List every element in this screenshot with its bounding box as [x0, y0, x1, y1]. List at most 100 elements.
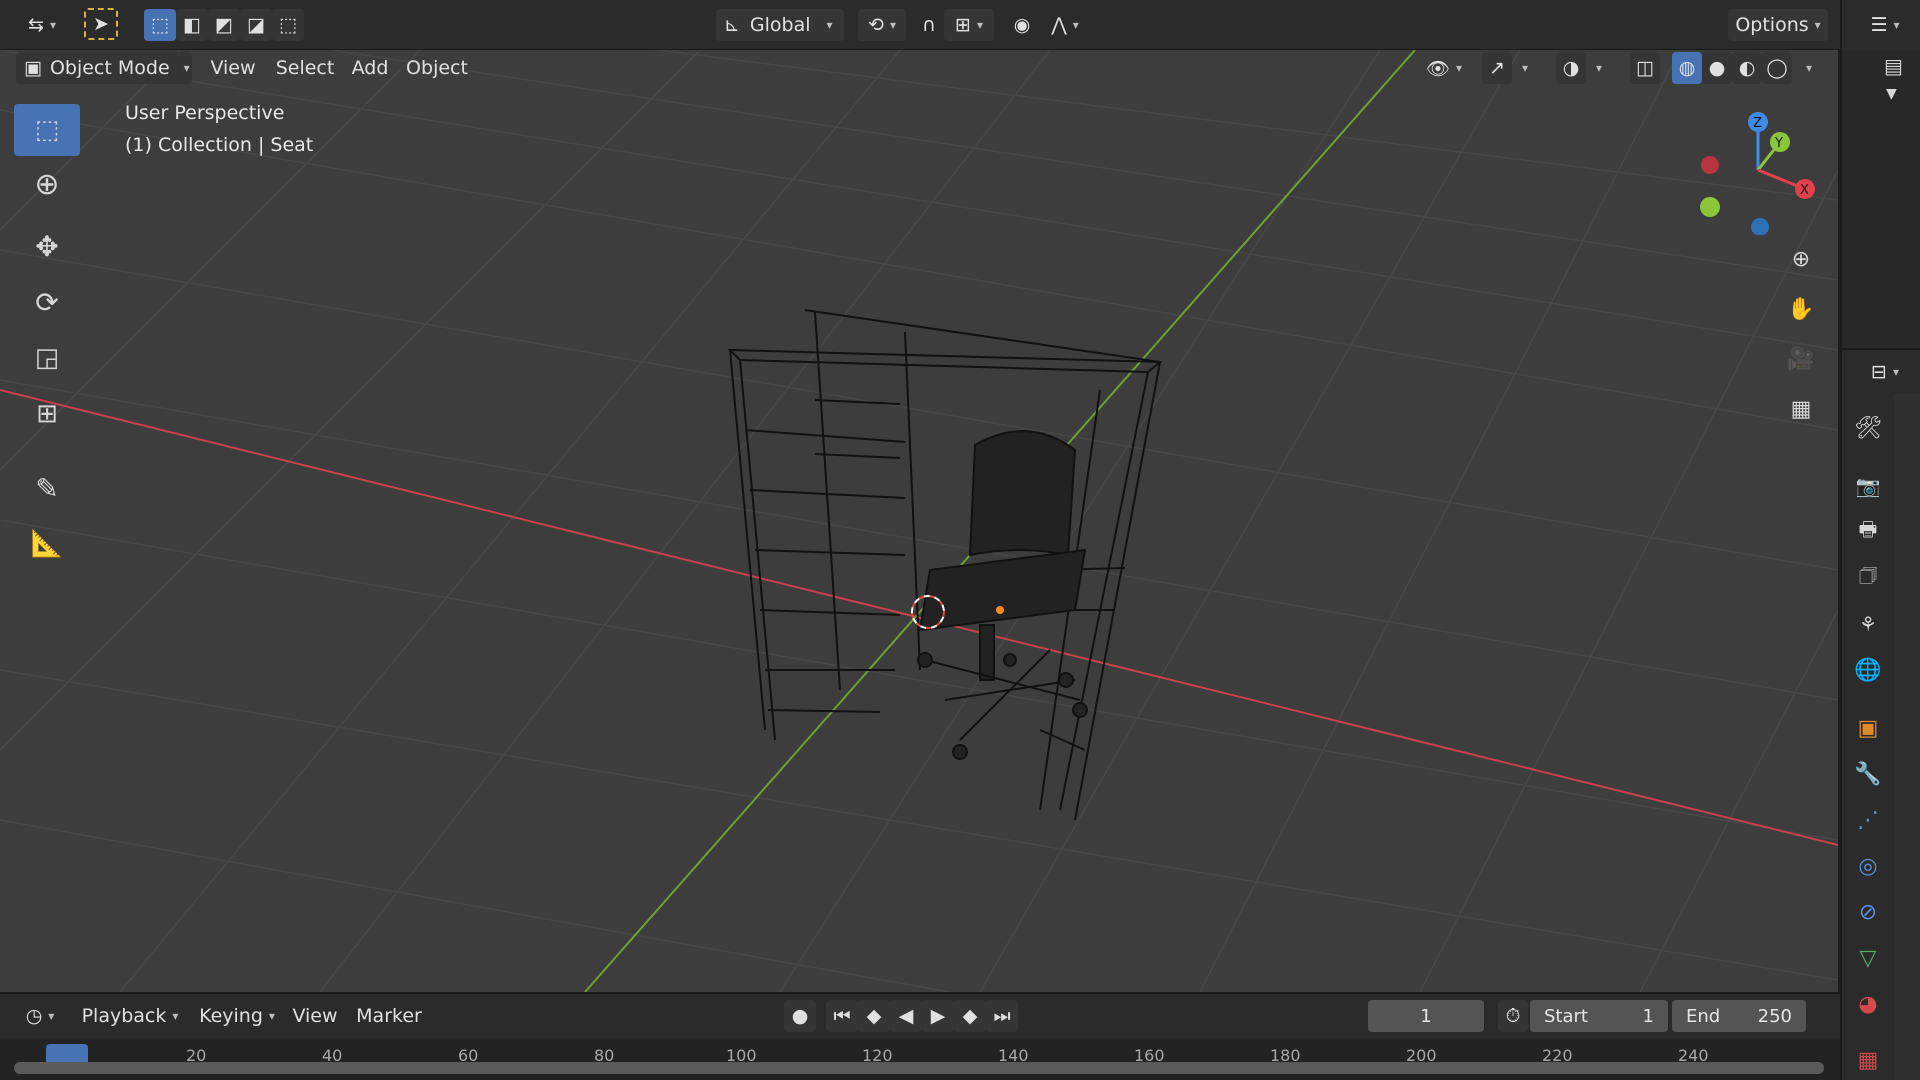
- magnet-icon: ∩: [922, 14, 936, 36]
- outliner-editor-type[interactable]: ☰ ▾: [1860, 9, 1910, 41]
- gizmo-toggle[interactable]: ↗: [1482, 52, 1512, 84]
- end-frame-field[interactable]: End 250: [1672, 1000, 1806, 1032]
- prev-keyframe-button[interactable]: ◆: [858, 1000, 890, 1032]
- options-dropdown[interactable]: Options ▾: [1728, 9, 1828, 41]
- desk-wireframe: [727, 309, 1163, 821]
- tab-view-layer[interactable]: 🗇: [1848, 558, 1888, 598]
- tab-object[interactable]: ▣: [1848, 708, 1888, 748]
- select-subtract-icon: ◩: [215, 14, 233, 36]
- 3d-viewport[interactable]: User Perspective (1) Collection | Seat Z…: [0, 50, 1838, 992]
- tool-cursor[interactable]: ⊕: [14, 158, 80, 210]
- pivot-point-dropdown[interactable]: ⟲ ▾: [858, 9, 906, 41]
- proportional-edit-toggle[interactable]: ◉: [1006, 9, 1038, 41]
- next-keyframe-button[interactable]: ◆: [954, 1000, 986, 1032]
- tab-scene[interactable]: ⚘: [1848, 604, 1888, 644]
- menu-timeline-view[interactable]: View: [290, 1000, 340, 1032]
- grid-perspective-icon: ▦: [1790, 396, 1812, 422]
- outliner-panel[interactable]: ▤ ▼: [1842, 50, 1920, 350]
- tool-select-box[interactable]: ⬚: [14, 104, 80, 156]
- record-icon: ●: [791, 1005, 809, 1027]
- play-reverse-icon: ◀: [898, 1005, 914, 1027]
- jump-start-icon: ⏮: [833, 1005, 851, 1027]
- timeline-editor[interactable]: ◷ ▾ Playback ▾ Keying ▾ View Marker ● ⏮ ◆ ◀…: [0, 992, 1840, 1080]
- shading-wireframe-button[interactable]: ◍: [1672, 52, 1702, 84]
- select-mode-extend-button[interactable]: ◧: [176, 9, 208, 41]
- tab-constraints[interactable]: ⊘: [1848, 892, 1888, 932]
- perspective-toggle-button[interactable]: ▦: [1780, 388, 1822, 430]
- select-mode-new-button[interactable]: ⬚: [144, 9, 176, 41]
- xray-toggle[interactable]: ◫: [1630, 52, 1660, 84]
- transform-icon: ⊞: [36, 399, 58, 429]
- menu-playback[interactable]: Playback ▾: [74, 1000, 186, 1032]
- tool-measure[interactable]: 📐: [14, 518, 80, 570]
- orientation-dropdown[interactable]: ⊾ Global ▾: [716, 9, 844, 41]
- tool-annotate[interactable]: ✎: [14, 462, 80, 514]
- tab-tool[interactable]: 🛠: [1848, 408, 1888, 448]
- editor-type-button[interactable]: ⇆ ▾: [18, 9, 66, 41]
- play-reverse-button[interactable]: ◀: [890, 1000, 922, 1032]
- select-tool-header-button[interactable]: ➤: [84, 8, 118, 40]
- timeline-scrollbar[interactable]: [14, 1062, 1824, 1074]
- select-mode-invert-button[interactable]: ◪: [240, 9, 272, 41]
- tool-rotate[interactable]: ⟳: [14, 276, 80, 328]
- select-intersect-icon: ⬚: [279, 14, 297, 36]
- jump-end-button[interactable]: ⏭: [986, 1000, 1018, 1032]
- jump-start-button[interactable]: ⏮: [826, 1000, 858, 1032]
- overlays-toggle[interactable]: ◑: [1556, 52, 1586, 84]
- rotate-icon: ⟳: [35, 285, 59, 319]
- properties-editor-type[interactable]: ⊟ ▾: [1860, 356, 1910, 388]
- orientation-value: Global: [749, 14, 811, 36]
- zoom-view-button[interactable]: ⊕: [1780, 238, 1822, 280]
- printer-icon: 🖶: [1858, 517, 1878, 541]
- snap-toggle[interactable]: ∩: [914, 9, 944, 41]
- scene-icon: ⚘: [1859, 612, 1877, 636]
- camera-view-button[interactable]: 🎥: [1780, 338, 1822, 380]
- tab-output[interactable]: 🖶: [1848, 512, 1888, 552]
- shading-dropdown[interactable]: ▾: [1796, 52, 1822, 84]
- start-frame-field[interactable]: Start 1: [1530, 1000, 1668, 1032]
- overlays-dropdown[interactable]: ▾: [1586, 52, 1612, 84]
- menu-object[interactable]: Object: [404, 52, 470, 84]
- tab-render[interactable]: 📷: [1848, 466, 1888, 506]
- object-mode-value: Object Mode: [49, 57, 170, 79]
- proportional-falloff-dropdown[interactable]: ⋀ ▾: [1040, 9, 1090, 41]
- tool-transform[interactable]: ⊞: [14, 388, 80, 440]
- select-mode-subtract-button[interactable]: ◩: [208, 9, 240, 41]
- wireframe-sphere-icon: ◍: [1678, 57, 1696, 79]
- play-button[interactable]: ▶: [922, 1000, 954, 1032]
- zoom-icon: ⊕: [1791, 246, 1811, 272]
- current-frame-field[interactable]: 1: [1368, 1000, 1484, 1032]
- tab-physics[interactable]: ◎: [1848, 846, 1888, 886]
- tab-texture[interactable]: ▦: [1848, 1040, 1888, 1080]
- timeline-editor-type[interactable]: ◷ ▾: [16, 1000, 64, 1032]
- shading-material-button[interactable]: ◐: [1732, 52, 1762, 84]
- object-mode-dropdown[interactable]: ▣ Object Mode ▾: [16, 52, 192, 84]
- menu-keying[interactable]: Keying ▾: [190, 1000, 284, 1032]
- gizmo-x-label: X: [1800, 183, 1809, 198]
- object-cube-icon: ▣: [1857, 715, 1879, 741]
- navigation-gizmo[interactable]: Z Y X: [1680, 105, 1820, 235]
- pan-view-button[interactable]: ✋: [1780, 288, 1822, 330]
- viewport-header: ▣ Object Mode ▾ View Select Add Object 👁 ▾…: [0, 50, 1840, 86]
- snap-target-dropdown[interactable]: ⊞ ▾: [944, 9, 994, 41]
- menu-select[interactable]: Select: [272, 52, 338, 84]
- tab-modifiers[interactable]: 🔧: [1848, 754, 1888, 794]
- shading-rendered-button[interactable]: ◯: [1762, 52, 1792, 84]
- wrench-icon: 🔧: [1854, 761, 1882, 787]
- gizmo-dropdown[interactable]: ▾: [1512, 52, 1538, 84]
- menu-marker[interactable]: Marker: [352, 1000, 426, 1032]
- gizmo-z-label: Z: [1753, 116, 1762, 131]
- select-mode-intersect-button[interactable]: ⬚: [272, 9, 304, 41]
- tab-particles[interactable]: ⋰: [1848, 800, 1888, 840]
- tab-data[interactable]: ▽: [1848, 938, 1888, 978]
- shading-solid-button[interactable]: ●: [1702, 52, 1732, 84]
- tab-world[interactable]: 🌐: [1848, 650, 1888, 690]
- tab-material[interactable]: ◕: [1848, 984, 1888, 1024]
- tool-scale[interactable]: ◲: [14, 332, 80, 384]
- use-preview-range-toggle[interactable]: ⏱: [1498, 1000, 1528, 1032]
- menu-add[interactable]: Add: [346, 52, 394, 84]
- menu-view[interactable]: View: [206, 52, 260, 84]
- record-button[interactable]: ●: [784, 1000, 816, 1032]
- visibility-dropdown[interactable]: 👁 ▾: [1418, 52, 1470, 84]
- tool-move[interactable]: ✥: [14, 220, 80, 272]
